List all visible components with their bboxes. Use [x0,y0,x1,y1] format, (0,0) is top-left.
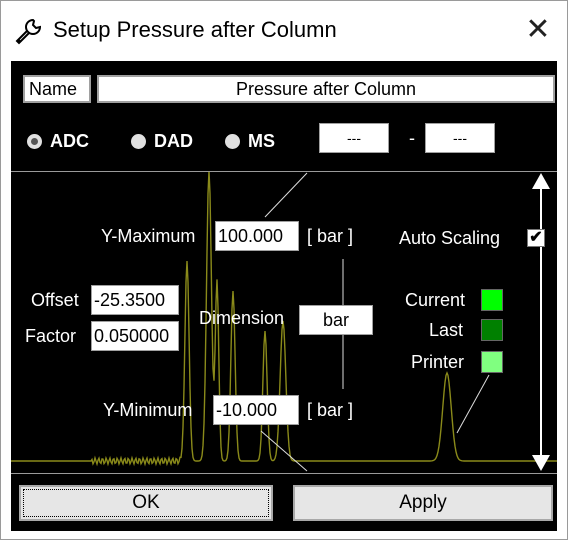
radio-dad[interactable]: DAD [131,127,193,155]
y-maximum-unit: [ bar ] [307,226,354,246]
y-minimum-unit: [ bar ] [307,400,354,420]
wrench-icon [13,17,43,47]
radio-ms[interactable]: MS [225,127,275,155]
factor-field[interactable]: 0.050000 [91,321,179,351]
current-color-swatch[interactable] [481,289,503,311]
radio-dot [131,133,146,149]
radio-label-ms: MS [248,130,275,151]
window-title: Setup Pressure after Column [53,17,337,42]
radio-dot [225,133,240,149]
plot-bottom-border [11,473,557,474]
printer-color-label: Printer [411,352,465,372]
range-from-field[interactable]: --- [319,123,389,153]
y-minimum-field[interactable]: -10.000 [213,395,299,425]
dimension-label: Dimension [199,308,285,328]
y-maximum-field[interactable]: 100.000 [215,221,299,251]
range-to-field[interactable]: --- [425,123,495,153]
name-label: Name [23,75,91,103]
apply-button[interactable]: Apply [293,485,553,521]
close-button[interactable]: ✕ [515,9,561,51]
ok-button[interactable]: OK [19,485,273,521]
radio-adc[interactable]: ADC [27,127,89,155]
radio-dot [27,133,42,149]
auto-scaling-checkbox[interactable]: ✔ [527,229,545,247]
plot-top-border [11,171,557,172]
last-color-label: Last [429,320,464,340]
auto-scaling-label: Auto Scaling [399,228,501,248]
factor-label: Factor [25,326,77,346]
printer-color-swatch[interactable] [481,351,503,373]
offset-field[interactable]: -25.3500 [91,285,179,315]
range-separator: - [409,128,415,148]
dialog-client: Name Pressure after Column ADC DAD MS --… [11,61,557,531]
last-color-swatch[interactable] [481,319,503,341]
name-field[interactable]: Pressure after Column [97,75,555,103]
dimension-field[interactable]: bar [299,305,373,335]
setup-dialog: Setup Pressure after Column ✕ Name Press… [0,0,568,540]
y-maximum-label: Y-Maximum [101,226,196,246]
title-bar: Setup Pressure after Column ✕ [1,1,567,61]
y-minimum-label: Y-Minimum [103,400,193,420]
current-color-label: Current [405,290,466,310]
radio-label-adc: ADC [50,130,89,151]
radio-label-dad: DAD [154,130,193,151]
offset-label: Offset [31,290,79,310]
